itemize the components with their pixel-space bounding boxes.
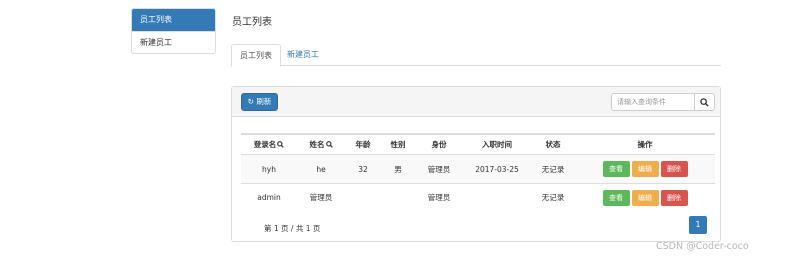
page-button-1[interactable]: 1 [689,216,707,234]
edit-button[interactable]: 编辑 [631,189,659,206]
employee-panel: ↻ 刷新 登录名 姓名 年龄 性别 身份 [231,86,721,242]
sidebar: 员工列表 新建员工 [131,8,216,54]
tab-new-employee[interactable]: 新建员工 [279,44,327,66]
pagination-info: 第 1 页 / 共 1 页 [264,224,321,233]
view-button[interactable]: 查看 [602,161,630,177]
cell-role: 管理员 [427,164,451,174]
table-row: hyh he 32 男 管理员 2017-03-25 无记录 查看 编辑 删除 [241,155,715,183]
sidebar-item-employee-list[interactable]: 员工列表 [132,9,215,31]
cell-age: 32 [358,164,368,174]
delete-button[interactable]: 删除 [660,161,688,177]
table-header-row: 登录名 姓名 年龄 性别 身份 入职时间 状态 操作 [241,133,715,155]
cell-gender: 男 [394,164,402,174]
delete-button[interactable]: 删除 [660,189,688,206]
view-button[interactable]: 查看 [602,189,630,206]
cell-hire-date: 2017-03-25 [475,164,519,174]
header-name-label: 姓名 [309,140,325,149]
refresh-button[interactable]: ↻ 刷新 [241,93,278,111]
header-role: 身份 [431,140,447,149]
cell-name: he [316,164,326,174]
search-input[interactable] [611,93,695,111]
search-icon [700,97,709,107]
header-hire-date: 入职时间 [482,140,512,149]
search-button[interactable] [694,93,715,111]
search-icon [277,141,284,148]
tab-bar: 员工列表 新建员工 [231,44,721,67]
sidebar-item-new-employee[interactable]: 新建员工 [132,31,215,53]
header-login[interactable]: 登录名 [241,135,297,154]
refresh-label: 刷新 [256,97,272,106]
header-login-label: 登录名 [253,140,277,149]
cell-hire-date [463,184,531,211]
tab-employee-list[interactable]: 员工列表 [231,44,281,67]
search-group [611,93,715,111]
cell-actions: 查看 编辑 删除 [575,155,715,183]
cell-age [345,184,381,211]
refresh-icon: ↻ [247,97,254,106]
header-status: 状态 [545,140,561,149]
watermark: CSDN @Coder-coco [656,241,749,252]
header-gender: 性别 [390,140,406,149]
cell-login: admin [257,193,281,202]
table-row: admin 管理员 管理员 无记录 查看 编辑 删除 [241,183,715,211]
cell-gender [381,184,415,211]
header-age: 年龄 [355,140,371,149]
panel-toolbar: ↻ 刷新 [232,87,720,117]
cell-name: 管理员 [309,193,333,202]
header-name[interactable]: 姓名 [297,135,345,154]
cell-actions: 查看 编辑 删除 [575,184,715,211]
page-title: 员工列表 [232,17,272,28]
cell-role: 管理员 [427,193,451,202]
cell-login: hyh [262,164,276,174]
header-actions: 操作 [637,140,653,149]
cell-status: 无记录 [541,193,565,202]
search-icon [325,141,333,148]
edit-button[interactable]: 编辑 [631,161,659,177]
employee-table: 登录名 姓名 年龄 性别 身份 入职时间 状态 操作 hyh he 32 男 管… [241,133,715,211]
cell-status: 无记录 [541,164,565,174]
